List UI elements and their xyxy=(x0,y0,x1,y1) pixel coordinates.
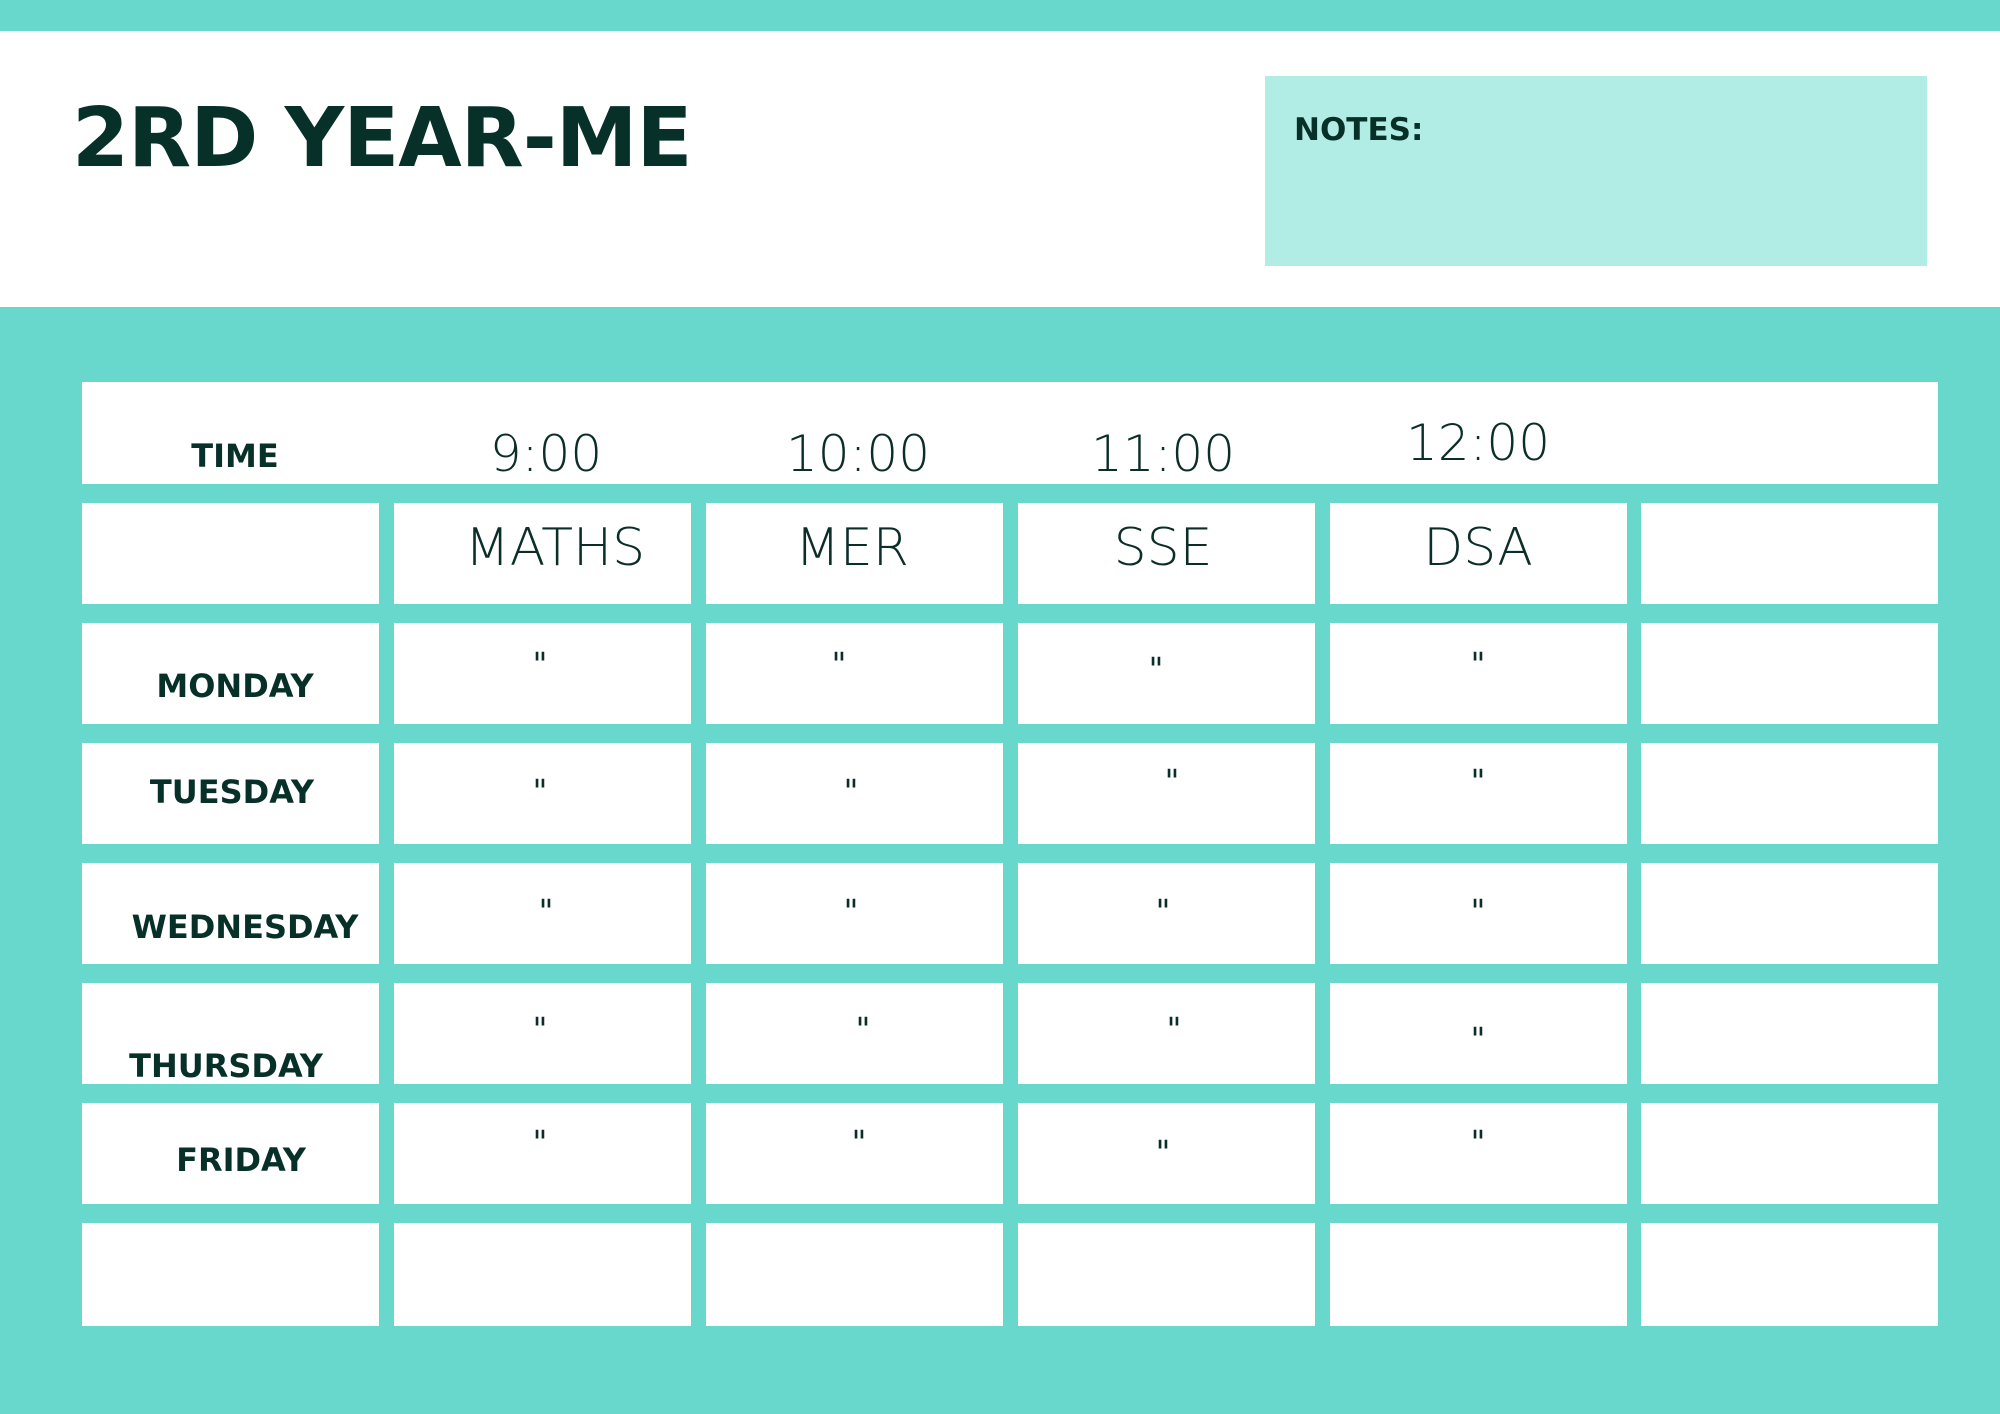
ditto-mark: " xyxy=(1470,762,1486,800)
time-slot-1: 9:00 xyxy=(489,425,603,483)
time-slot-2: 10:00 xyxy=(785,425,931,483)
ditto-mark: " xyxy=(1470,645,1486,683)
empty-cell xyxy=(1641,623,1938,724)
ditto-mark: " xyxy=(532,1123,548,1161)
time-slot-4: 12:00 xyxy=(1405,414,1551,472)
page-title: 2RD YEAR-ME xyxy=(72,91,692,186)
day-label-monday: MONDAY xyxy=(156,667,314,705)
ditto-mark: " xyxy=(843,772,859,810)
top-accent-bar xyxy=(0,0,2000,31)
ditto-mark: " xyxy=(1164,762,1180,800)
subject-dsa: DSA xyxy=(1423,518,1533,578)
ditto-mark: " xyxy=(831,645,847,683)
ditto-mark: " xyxy=(532,1010,548,1048)
ditto-mark: " xyxy=(532,645,548,683)
day-label-tuesday: TUESDAY xyxy=(149,773,315,811)
ditto-mark: " xyxy=(1155,892,1171,930)
day-label-friday: FRIDAY xyxy=(176,1141,306,1179)
ditto-mark: " xyxy=(1470,892,1486,930)
subject-mer: MER xyxy=(795,518,909,578)
ditto-mark: " xyxy=(1148,650,1164,688)
timetable-cell xyxy=(1018,623,1315,724)
empty-cell xyxy=(1641,503,1938,604)
empty-cell xyxy=(1018,1223,1315,1326)
time-label: TIME xyxy=(191,437,279,475)
time-slot-3: 11:00 xyxy=(1090,425,1236,483)
subject-row-label-cell xyxy=(82,503,379,604)
empty-cell xyxy=(1641,743,1938,844)
day-label-wednesday: WEDNESDAY xyxy=(131,908,359,946)
empty-cell xyxy=(1330,1223,1627,1326)
ditto-mark: " xyxy=(538,892,554,930)
empty-cell xyxy=(706,1223,1003,1326)
subject-sse: SSE xyxy=(1113,518,1213,578)
ditto-mark: " xyxy=(851,1123,867,1161)
timetable-cell xyxy=(706,983,1003,1084)
notes-box[interactable]: NOTES: xyxy=(1265,76,1927,266)
ditto-mark: " xyxy=(843,892,859,930)
ditto-mark: " xyxy=(1166,1010,1182,1048)
ditto-mark: " xyxy=(1470,1020,1486,1058)
empty-cell xyxy=(1641,1103,1938,1204)
subject-maths: MATHS xyxy=(464,518,646,578)
notes-label: NOTES: xyxy=(1294,112,1424,148)
timetable-cell xyxy=(706,623,1003,724)
time-header-row xyxy=(82,382,1938,484)
ditto-mark: " xyxy=(532,772,548,810)
empty-cell xyxy=(1641,863,1938,964)
empty-cell xyxy=(82,1223,379,1326)
empty-cell xyxy=(1641,1223,1938,1326)
empty-cell xyxy=(394,1223,691,1326)
ditto-mark: " xyxy=(1155,1133,1171,1171)
empty-cell xyxy=(1641,983,1938,1084)
day-label-thursday: THURSDAY xyxy=(129,1047,323,1085)
ditto-mark: " xyxy=(855,1010,871,1048)
ditto-mark: " xyxy=(1470,1123,1486,1161)
